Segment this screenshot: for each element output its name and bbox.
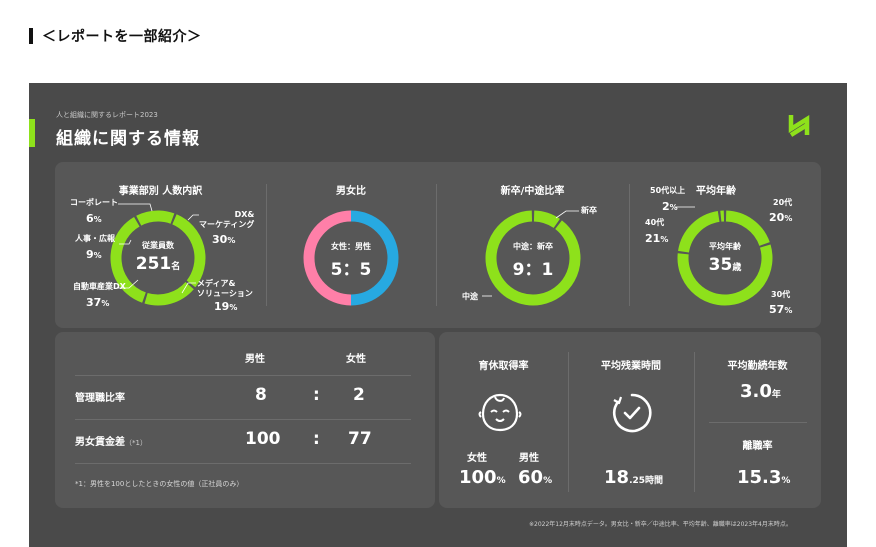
row-sep-management: : (313, 385, 320, 405)
department-leader-lines (118, 203, 199, 294)
childcare-female-label: 女性 (467, 453, 487, 464)
turnover-title: 離職率 (742, 441, 773, 452)
turnover-value: 15.3% (737, 467, 791, 488)
section-heading: ＜レポートを一部紹介＞ (29, 26, 202, 46)
work-stats-card: 育休取得率 女性 男性 100% 60% 平均残業時間 18.25時間 平均勤続… (439, 332, 821, 508)
age-leader-lines (675, 206, 695, 208)
composition-card: 事業部別 人数内訳 従業員数 251名 コーポレート 6% 人事・広報 9% 自… (55, 162, 821, 328)
row-male-management: 8 (255, 385, 267, 405)
overtime-title: 平均残業時間 (601, 361, 661, 372)
col-male-header: 男性 (245, 354, 265, 365)
gender-center-value: 5：5 (330, 260, 372, 280)
hiring-leader-lines (482, 210, 579, 297)
row-male-wage: 100 (245, 429, 281, 449)
childcare-male-label: 男性 (519, 453, 539, 464)
tenure-title: 平均勤続年数 (727, 361, 788, 372)
report-title: 組織に関する情報 (56, 129, 200, 149)
clock-icon (613, 393, 652, 433)
heading-text: ＜レポートを一部紹介＞ (42, 29, 202, 45)
table-divider (75, 419, 411, 420)
col-female-header: 女性 (346, 354, 366, 365)
childcare-female-value: 100% (459, 467, 506, 488)
divider (568, 352, 569, 492)
gender-title: 男女比 (336, 186, 366, 197)
report-footnote: ※2022年12月末時点データ。男女比・新卒／中途比率、平均年齢、離職率は202… (529, 521, 792, 528)
divider (266, 184, 267, 306)
childcare-title: 育休取得率 (478, 361, 529, 372)
row-female-management: 2 (353, 385, 365, 405)
row-sep-wage: : (313, 429, 320, 449)
table-divider (75, 375, 411, 376)
report-panel: 人と組織に関するレポート2023 組織に関する情報 事業部別 人数内訳 従業員数… (29, 83, 847, 547)
title-accent-bar (29, 119, 35, 147)
row-label-wage: 男女賃金差（*1） (75, 437, 147, 448)
divider (694, 352, 695, 492)
childcare-male-value: 60% (518, 467, 553, 488)
gender-center-label: 女性：男性 (331, 242, 371, 251)
table-divider (75, 463, 411, 464)
stats-divider (709, 422, 807, 423)
tenure-value: 3.0年 (740, 381, 781, 402)
row-female-wage: 77 (348, 429, 372, 449)
baby-face-icon (478, 393, 522, 432)
table-footnote: *1：男性を100としたときの女性の値（正社員のみ） (75, 480, 244, 488)
overtime-value: 18.25時間 (604, 467, 664, 488)
heading-bar (29, 28, 33, 44)
gender-gap-card: 男性 女性 管理職比率 8 : 2 男女賃金差（*1） 100 : 77 *1：… (55, 332, 435, 508)
row-label-management: 管理職比率 (75, 393, 125, 404)
report-subtitle: 人と組織に関するレポート2023 (56, 111, 158, 119)
company-logo (788, 114, 810, 137)
